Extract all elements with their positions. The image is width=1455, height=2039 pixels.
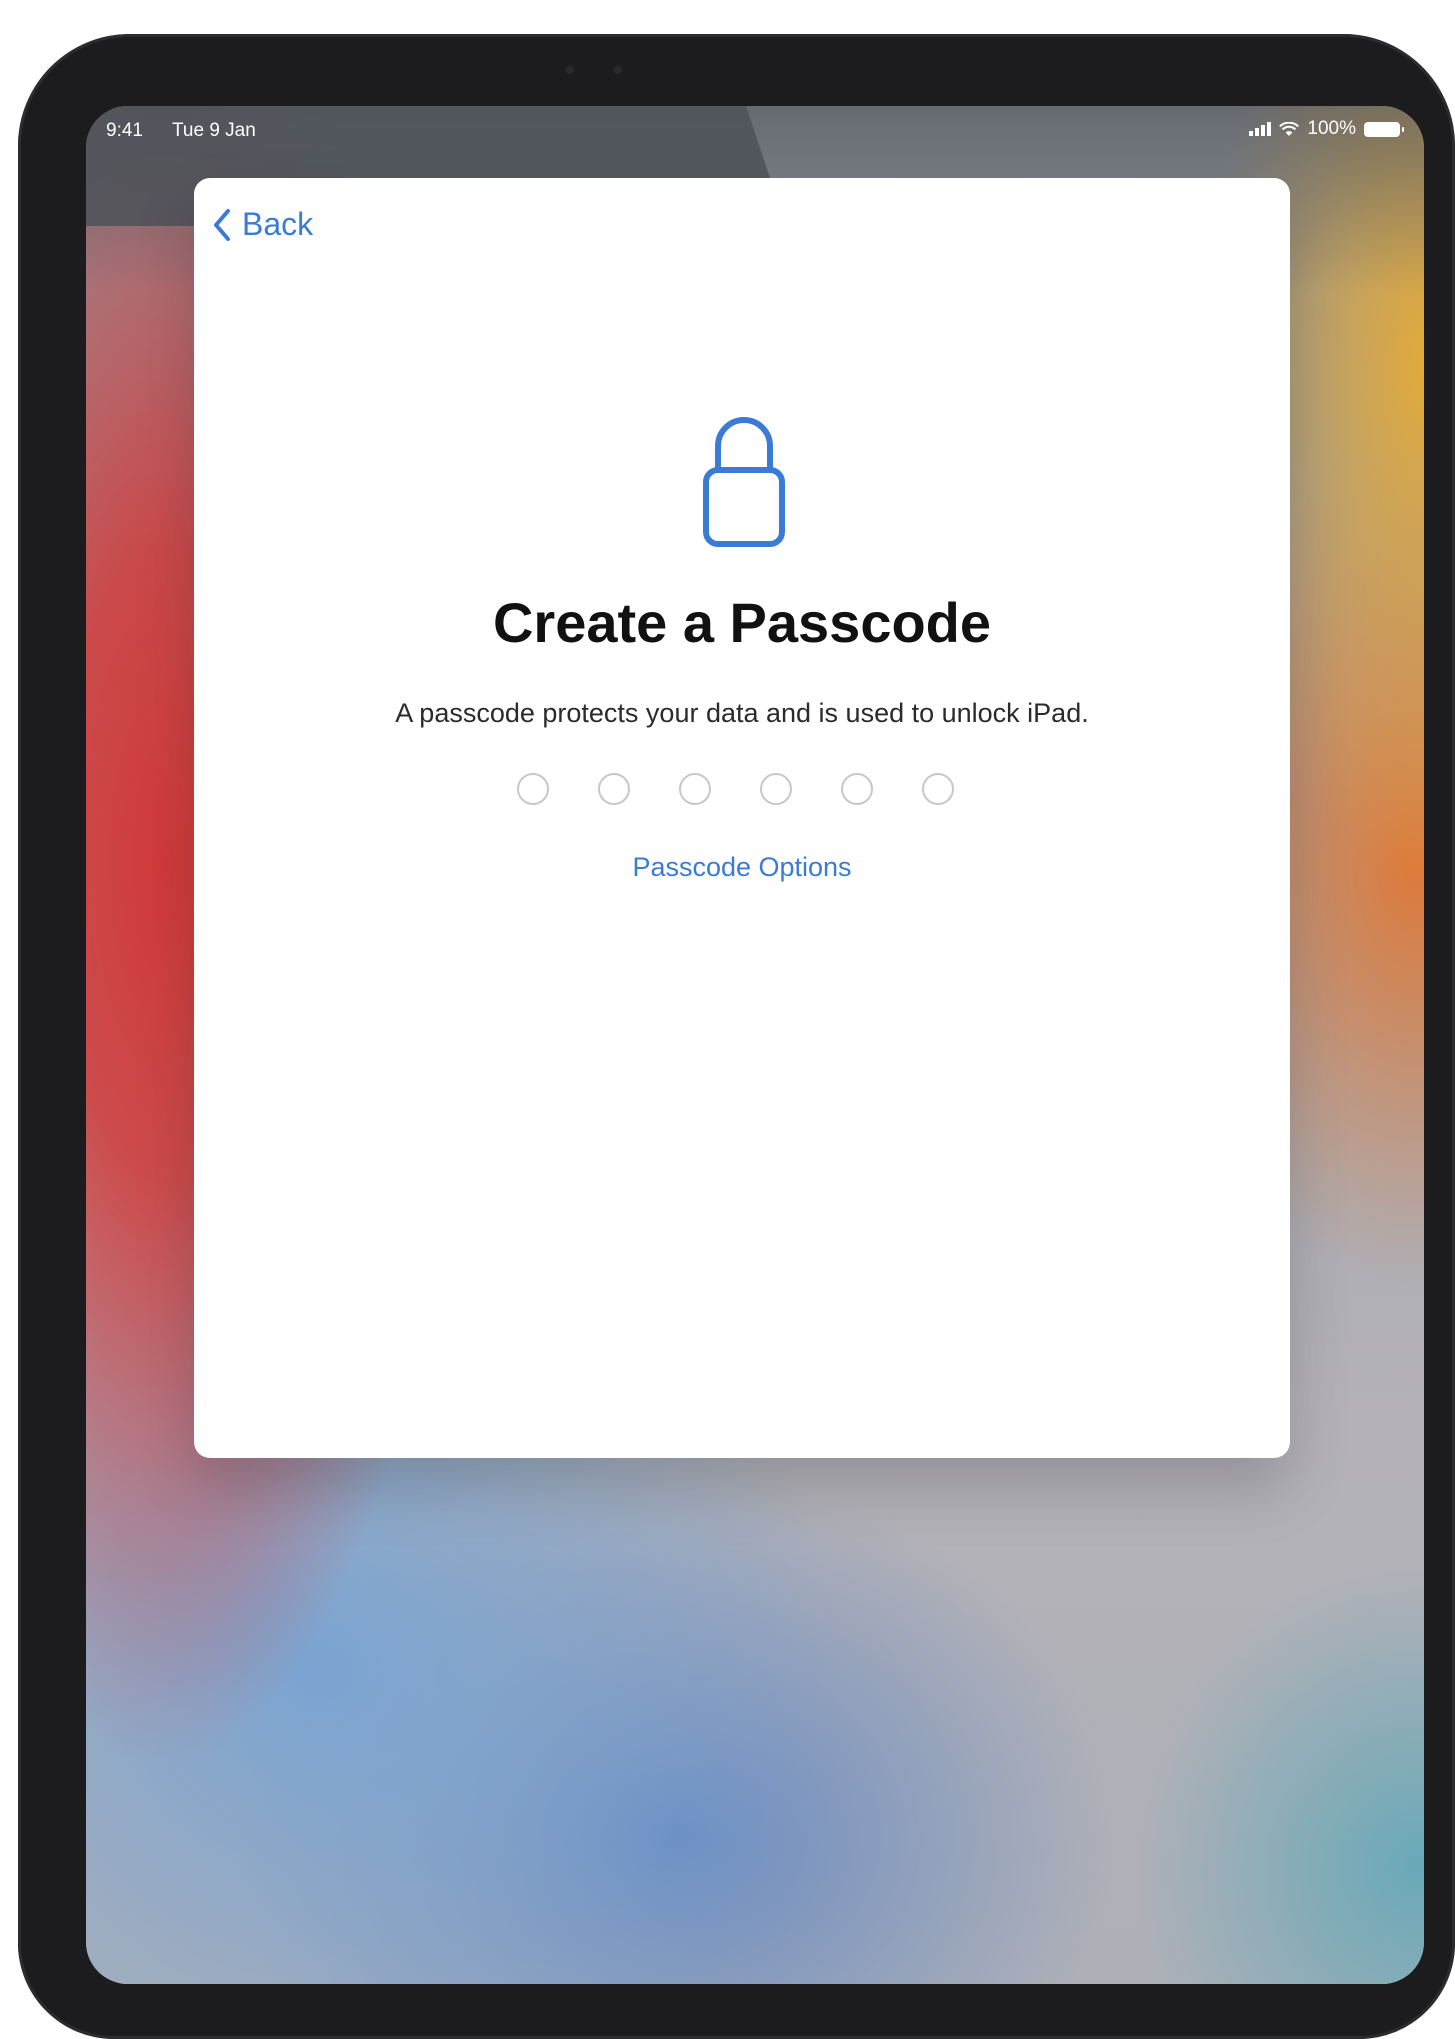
passcode-dot xyxy=(760,773,792,805)
page-subtitle: A passcode protects your data and is use… xyxy=(395,698,1089,728)
passcode-sheet: Back Create a Passcode A passcode protec… xyxy=(194,178,1290,1458)
passcode-entry[interactable] xyxy=(517,773,954,805)
status-indicators: 100% xyxy=(1249,118,1404,140)
cellular-signal-icon xyxy=(1249,122,1272,136)
lock-icon xyxy=(703,417,785,547)
page-title: Create a Passcode xyxy=(492,591,992,654)
status-bar: 9:41 Tue 9 Jan 100% xyxy=(86,106,1424,150)
camera-sensor xyxy=(566,66,574,74)
back-label: Back xyxy=(242,206,314,242)
passcode-dot xyxy=(922,773,954,805)
wifi-icon xyxy=(1279,121,1300,136)
back-button[interactable]: Back xyxy=(212,206,313,243)
chevron-left-icon xyxy=(214,208,230,241)
camera-lens xyxy=(614,66,622,74)
status-date: Tue 9 Jan xyxy=(172,120,256,141)
passcode-dot xyxy=(517,773,549,805)
passcode-dot xyxy=(598,773,630,805)
screen: 9:41 Tue 9 Jan 100% Back Create a Passco… xyxy=(86,106,1424,1984)
status-time: 9:41 xyxy=(106,120,143,141)
passcode-dot xyxy=(841,773,873,805)
battery-percentage: 100% xyxy=(1307,118,1356,139)
battery-icon xyxy=(1364,121,1404,137)
passcode-dot xyxy=(679,773,711,805)
passcode-options-link[interactable]: Passcode Options xyxy=(194,852,1290,883)
